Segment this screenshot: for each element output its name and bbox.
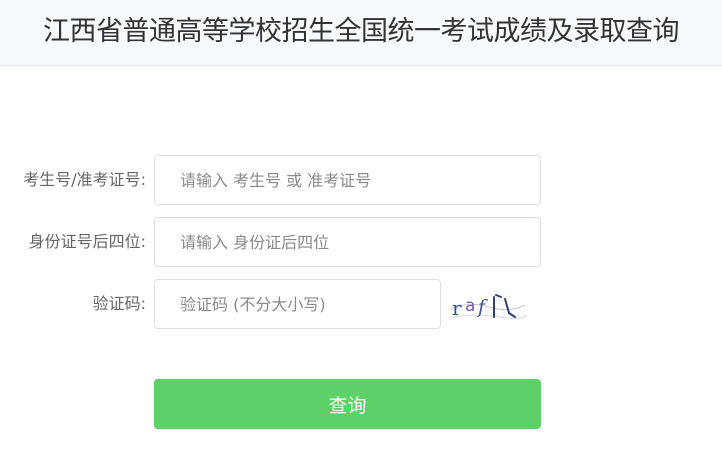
captcha-label: 验证码:	[92, 294, 146, 313]
header-bar: 江西省普通高等学校招生全国统一考试成绩及录取查询	[0, 0, 722, 66]
captcha-input[interactable]	[154, 279, 441, 329]
page-title: 江西省普通高等学校招生全国统一考试成绩及录取查询	[43, 16, 680, 47]
captcha-char-1: r	[452, 296, 462, 320]
id-last4-row: 身份证号后四位:	[0, 217, 722, 267]
exam-id-input[interactable]	[154, 155, 541, 205]
query-button[interactable]: 查询	[154, 379, 541, 429]
id-last4-input[interactable]	[154, 217, 541, 267]
page: 江西省普通高等学校招生全国统一考试成绩及录取查询 考生号/准考证号: 身份证号后…	[0, 0, 722, 473]
exam-id-row: 考生号/准考证号:	[0, 155, 722, 205]
captcha-image[interactable]: r a f	[449, 287, 527, 323]
id-last4-label: 身份证号后四位:	[28, 232, 146, 251]
exam-id-label: 考生号/准考证号:	[23, 170, 146, 189]
captcha-char-2: a	[465, 296, 475, 316]
captcha-row: 验证码: r a f	[0, 279, 722, 329]
